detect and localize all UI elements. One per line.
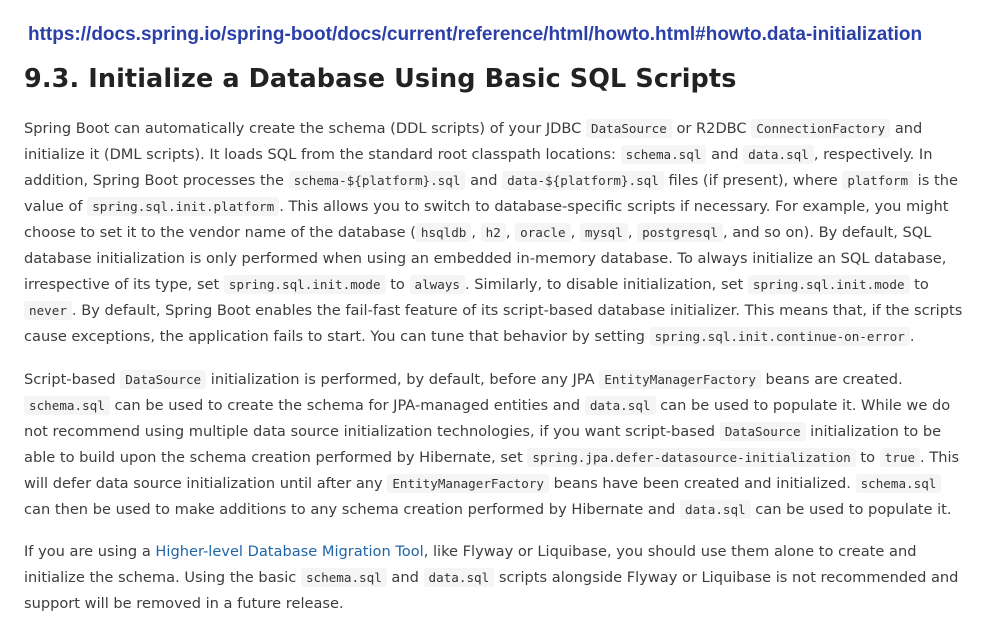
code-schema-sql: schema.sql: [300, 568, 387, 587]
code-data-sql: data.sql: [743, 145, 814, 164]
migration-tool-link[interactable]: Higher-level Database Migration Tool: [155, 543, 423, 560]
text-run: Spring Boot can automatically create the…: [24, 120, 586, 137]
text-run: ,: [627, 224, 638, 241]
code-init-platform: spring.sql.init.platform: [87, 197, 280, 216]
text-run: beans have been created and initialized.: [549, 475, 856, 492]
code-true: true: [879, 448, 921, 467]
code-schema-sql: schema.sql: [620, 145, 707, 164]
code-platform: platform: [842, 171, 914, 190]
code-datasource: DataSource: [120, 370, 207, 389]
text-run: ,: [505, 224, 516, 241]
code-schema-platform-sql: schema-${platform}.sql: [288, 171, 466, 190]
code-schema-sql: schema.sql: [24, 396, 110, 415]
code-always: always: [409, 275, 465, 294]
text-run: ,: [471, 224, 481, 241]
code-schema-sql: schema.sql: [855, 474, 942, 493]
text-run: initialization is performed, by default,…: [206, 371, 600, 388]
code-datasource: DataSource: [585, 119, 672, 138]
code-postgresql: postgresql: [637, 223, 723, 242]
code-oracle: oracle: [515, 223, 571, 242]
text-run: can be used to populate it.: [750, 501, 952, 518]
text-run: files (if present), where: [663, 172, 843, 189]
code-data-sql: data.sql: [679, 500, 751, 519]
text-run: to: [909, 276, 929, 293]
code-never: never: [24, 301, 72, 320]
section-heading: 9.3. Initialize a Database Using Basic S…: [24, 64, 737, 94]
text-run: and: [706, 146, 744, 163]
code-data-sql: data.sql: [584, 396, 656, 415]
text-run: can be used to create the schema for JPA…: [109, 397, 585, 414]
text-run: beans are created.: [760, 371, 903, 388]
text-run: or R2DBC: [671, 120, 752, 137]
code-mysql: mysql: [579, 223, 628, 242]
code-hsqldb: hsqldb: [415, 223, 472, 242]
code-entitymanagerfactory: EntityManagerFactory: [387, 474, 549, 493]
code-datasource: DataSource: [719, 422, 806, 441]
code-defer-datasource-initialization: spring.jpa.defer-datasource-initializati…: [527, 448, 856, 467]
code-continue-on-error: spring.sql.init.continue-on-error: [649, 327, 910, 346]
text-run: and: [465, 172, 503, 189]
code-entitymanagerfactory: EntityManagerFactory: [599, 370, 761, 389]
text-run: Script-based: [24, 371, 121, 388]
text-run: to: [855, 449, 880, 466]
code-init-mode: spring.sql.init.mode: [747, 275, 910, 294]
article-body: Spring Boot can automatically create the…: [24, 116, 968, 634]
text-run: If you are using a: [24, 543, 156, 560]
code-h2: h2: [480, 223, 506, 242]
text-run: ,: [570, 224, 580, 241]
code-init-mode: spring.sql.init.mode: [223, 275, 386, 294]
paragraph-sql-scripts: Spring Boot can automatically create the…: [24, 116, 968, 350]
paragraph-jpa-initialization: Script-based DataSource initialization i…: [24, 367, 968, 523]
text-run: can then be used to make additions to an…: [24, 501, 680, 518]
code-data-platform-sql: data-${platform}.sql: [502, 171, 664, 190]
text-run: to: [385, 276, 410, 293]
text-run: and: [386, 569, 424, 586]
text-run: .: [909, 328, 915, 345]
page-url-link[interactable]: https://docs.spring.io/spring-boot/docs/…: [28, 24, 922, 46]
code-data-sql: data.sql: [423, 568, 495, 587]
text-run: . Similarly, to disable initialization, …: [465, 276, 748, 293]
paragraph-migration-tool: If you are using a Higher-level Database…: [24, 539, 968, 617]
code-connectionfactory: ConnectionFactory: [751, 119, 891, 138]
